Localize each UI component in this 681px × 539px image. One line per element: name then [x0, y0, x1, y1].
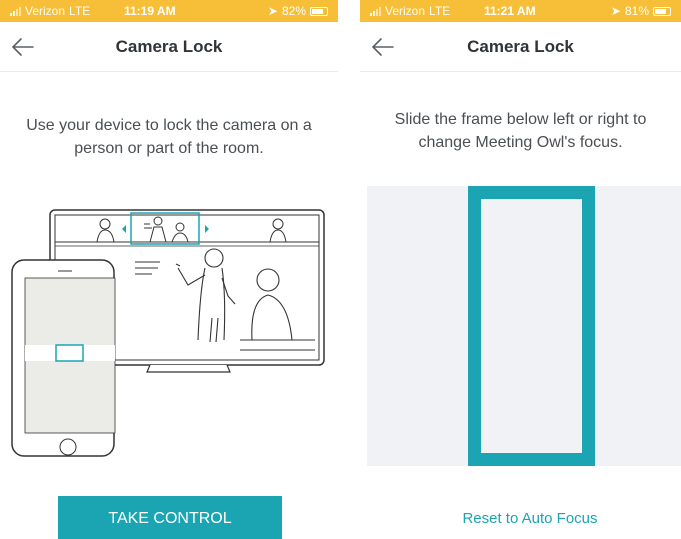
battery-percent: 81%: [624, 4, 649, 18]
carrier-info: Verizon LTE: [10, 4, 120, 18]
camera-lock-illustration: [11, 209, 325, 457]
instruction-text: Slide the frame below left or right to c…: [394, 111, 647, 151]
battery-icon: [653, 6, 671, 16]
page-title: Camera Lock: [467, 36, 574, 56]
back-arrow-icon[interactable]: [10, 34, 36, 60]
carrier-info: Verizon LTE: [370, 4, 480, 18]
navigation-bar: Camera Lock: [0, 22, 338, 72]
battery-icon: [310, 6, 328, 16]
network-type: LTE: [429, 4, 451, 18]
status-time: 11:19 AM: [124, 4, 176, 18]
status-time: 11:21 AM: [484, 4, 536, 18]
location-arrow-icon: ➤: [610, 4, 621, 18]
take-control-button[interactable]: TAKE CONTROL: [58, 496, 282, 539]
battery-percent: 82%: [281, 4, 306, 18]
camera-view-area: [367, 186, 681, 466]
carrier-name: Verizon: [385, 4, 426, 18]
signal-strength-icon: [370, 6, 381, 16]
back-arrow-icon[interactable]: [370, 34, 396, 60]
reset-auto-focus-button[interactable]: Reset to Auto Focus: [420, 510, 640, 527]
phone-graphic: [11, 259, 116, 457]
signal-strength-icon: [10, 6, 21, 16]
status-bar: Verizon LTE 11:19 AM ➤ 82%: [0, 0, 338, 22]
battery-info: ➤ 81%: [611, 4, 671, 18]
camera-lock-screen-frame: Verizon LTE 11:21 AM ➤ 81% Camera Lock S…: [360, 0, 681, 539]
battery-info: ➤ 82%: [268, 4, 328, 18]
instruction-text: Use your device to lock the camera on a …: [26, 117, 312, 157]
camera-lock-screen-intro: Verizon LTE 11:19 AM ➤ 82% Camera Lock U…: [0, 0, 338, 539]
carrier-name: Verizon: [25, 4, 66, 18]
network-type: LTE: [69, 4, 91, 18]
navigation-bar: Camera Lock: [360, 22, 681, 72]
status-bar: Verizon LTE 11:21 AM ➤ 81%: [360, 0, 681, 22]
page-title: Camera Lock: [115, 36, 223, 56]
location-arrow-icon: ➤: [267, 4, 278, 18]
focus-frame-handle[interactable]: [468, 186, 595, 466]
